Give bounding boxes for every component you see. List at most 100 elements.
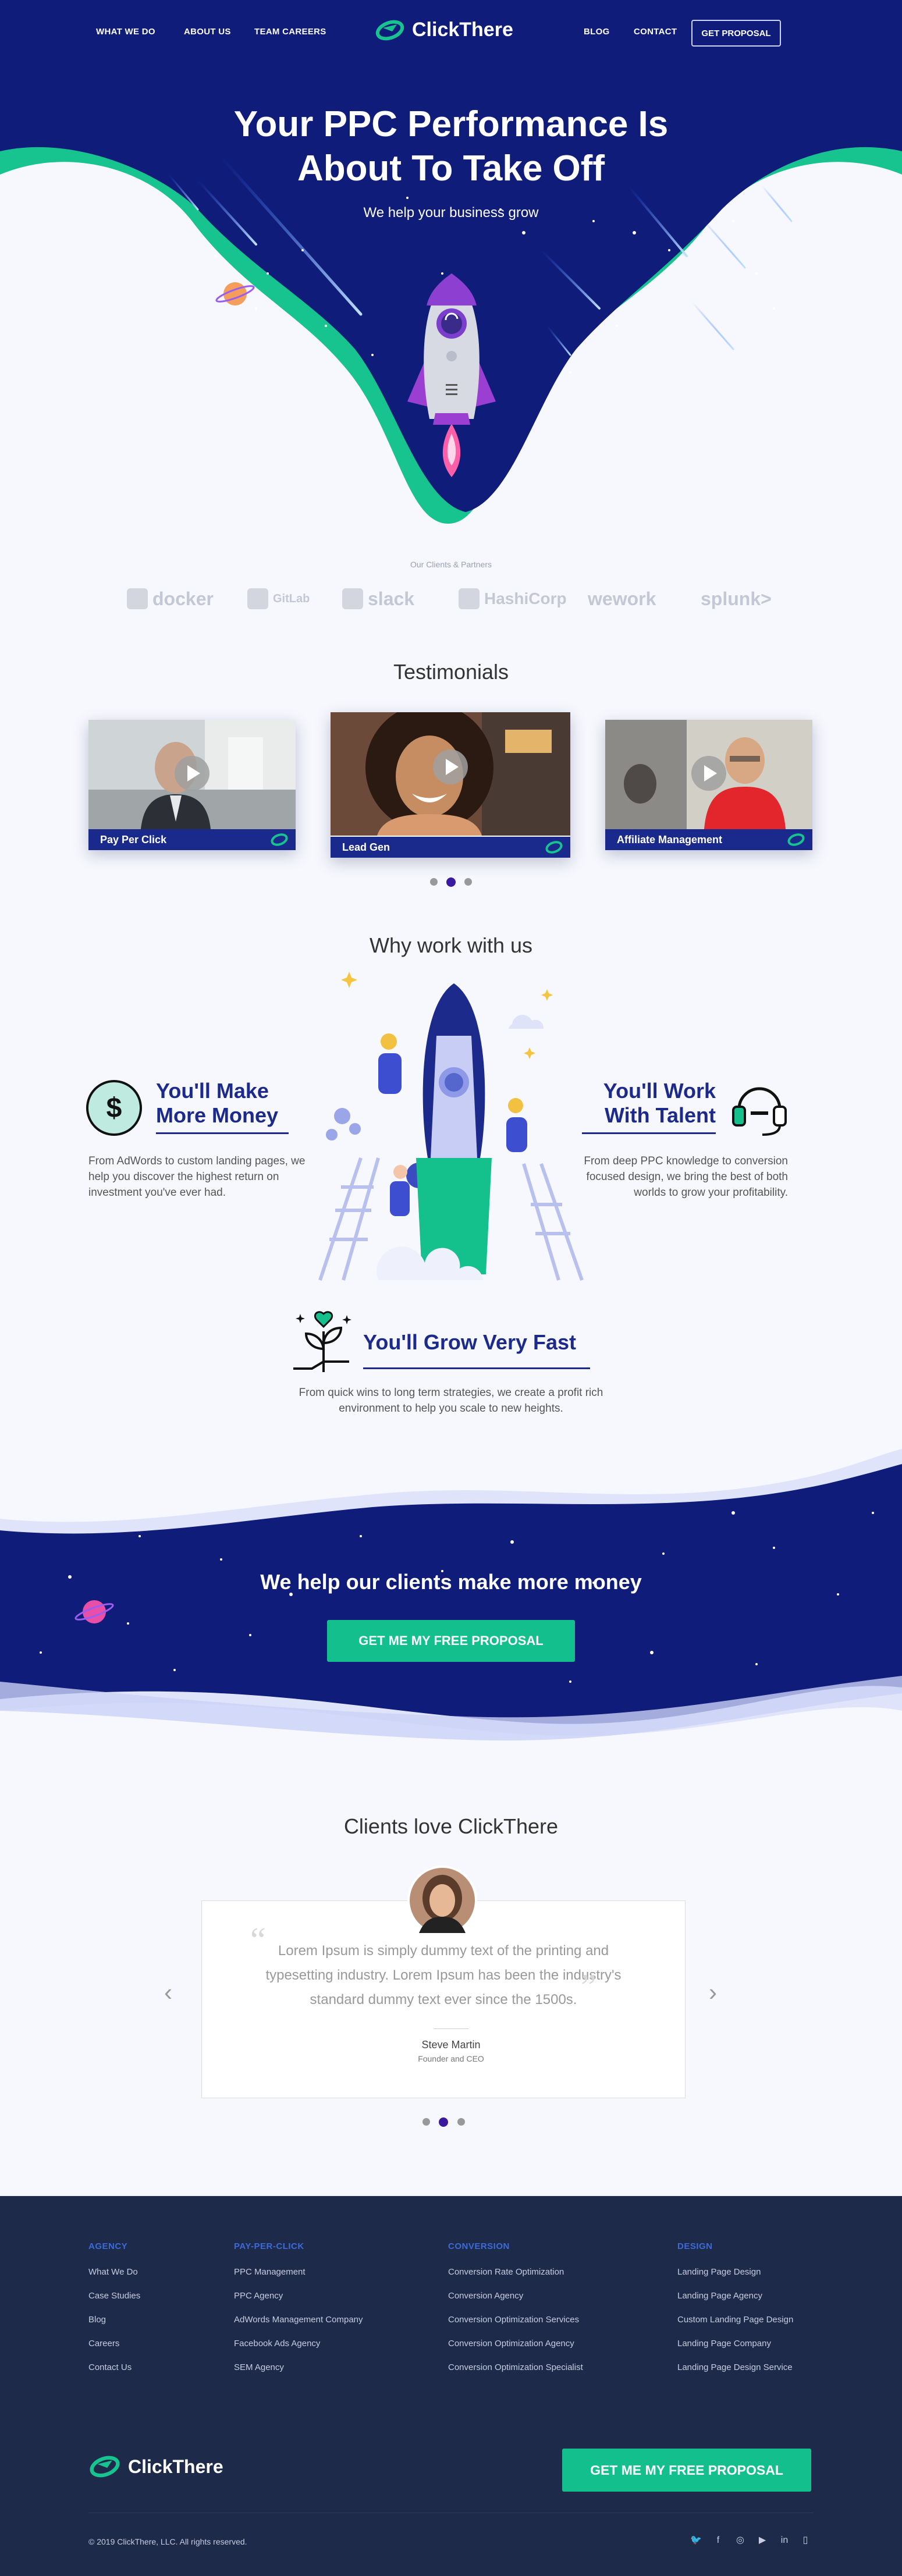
instagram-icon[interactable]: ◎: [734, 2535, 746, 2546]
testimonials-title: Testimonials: [393, 660, 509, 684]
footer: [0, 2196, 902, 2576]
close-quote-icon: ”: [581, 1967, 596, 2006]
page: WHAT WE DO ABOUT US TEAM CAREERS ClickTh…: [0, 0, 902, 2576]
footer-link[interactable]: Landing Page Design Service: [677, 2362, 793, 2372]
reviewer-name: Steve Martin: [421, 2039, 481, 2051]
why-title: Why work with us: [369, 933, 533, 957]
next-arrow-icon[interactable]: ›: [709, 1978, 717, 2006]
grow-feature-text: From quick wins to long term strategies,…: [299, 1387, 603, 1415]
carousel-dot-active[interactable]: [446, 877, 456, 887]
svg-text:$: $: [106, 1093, 122, 1124]
nav-contact[interactable]: CONTACT: [634, 27, 677, 37]
talent-feature-text: From deep PPC knowledge to conversion fo…: [584, 1155, 788, 1199]
docker-icon: [127, 588, 148, 609]
footer-link[interactable]: Landing Page Design: [677, 2267, 761, 2277]
carousel-dot[interactable]: [430, 878, 438, 886]
footer-link[interactable]: Blog: [88, 2315, 106, 2325]
play-video-button[interactable]: [691, 756, 726, 791]
clickthere-logo-icon: [787, 833, 805, 846]
partner-slack: slack: [342, 584, 414, 613]
linkedin-icon[interactable]: in: [779, 2535, 790, 2546]
testimonial-card-affiliate[interactable]: Affiliate Management: [605, 720, 812, 850]
footer-link[interactable]: Conversion Optimization Agency: [448, 2339, 574, 2348]
clickthere-logo-icon: [271, 833, 288, 846]
free-proposal-button[interactable]: GET ME MY FREE PROPOSAL: [327, 1620, 575, 1662]
money-feature-underline: [156, 1132, 289, 1134]
carousel-dot[interactable]: [422, 2118, 430, 2126]
testimonial-card-label: Lead Gen: [331, 837, 570, 858]
talent-feature-underline: [582, 1132, 716, 1134]
facebook-icon[interactable]: f: [712, 2535, 724, 2546]
footer-heading-ppc: PAY-PER-CLICK: [234, 2241, 304, 2251]
get-proposal-button[interactable]: GET PROPOSAL: [691, 20, 781, 47]
footer-link[interactable]: Case Studies: [88, 2291, 140, 2301]
hero-title-line1: Your PPC Performance Is: [233, 104, 669, 144]
reviewer-divider: [434, 2028, 468, 2029]
partner-docker: docker: [127, 584, 214, 613]
twitter-icon[interactable]: 🐦: [690, 2535, 702, 2546]
partner-wework: wework: [588, 588, 656, 609]
play-video-button[interactable]: [175, 756, 209, 791]
team-rocket-illustration: [318, 972, 584, 1281]
footer-link[interactable]: Conversion Agency: [448, 2291, 523, 2301]
footer-link[interactable]: Conversion Rate Optimization: [448, 2267, 564, 2277]
partner-hashicorp: HashiCorp: [459, 584, 567, 613]
footer-link[interactable]: Landing Page Company: [677, 2339, 771, 2348]
footer-link[interactable]: PPC Management: [234, 2267, 306, 2277]
reviews-title: Clients love ClickThere: [343, 1814, 559, 1838]
carousel-dot-active[interactable]: [439, 2117, 448, 2127]
footer-link[interactable]: AdWords Management Company: [234, 2315, 363, 2325]
footer-link[interactable]: Landing Page Agency: [677, 2291, 762, 2301]
footer-heading-agency: AGENCY: [88, 2241, 128, 2251]
footer-heading-conversion: CONVERSION: [448, 2241, 510, 2251]
money-feature-text: From AdWords to custom landing pages, we…: [88, 1155, 306, 1199]
nav-blog[interactable]: BLOG: [584, 27, 610, 37]
slack-icon: [342, 588, 363, 609]
footer-link[interactable]: Custom Landing Page Design: [677, 2315, 793, 2325]
footer-link[interactable]: Conversion Optimization Services: [448, 2315, 579, 2325]
review-text: Lorem Ipsum is simply dummy text of the …: [265, 1943, 622, 2007]
grow-feature-underline: [363, 1367, 590, 1369]
clickthere-logo-icon: [90, 2456, 120, 2478]
hero-section: WHAT WE DO ABOUT US TEAM CAREERS ClickTh…: [0, 0, 902, 547]
nav-team-careers[interactable]: TEAM CAREERS: [254, 27, 326, 37]
hero-subtitle: We help your business grow: [363, 205, 539, 221]
logo-text: ClickThere: [412, 19, 513, 41]
prev-arrow-icon[interactable]: ‹: [164, 1978, 172, 2006]
footer-link[interactable]: Contact Us: [88, 2362, 132, 2372]
carousel-dot[interactable]: [464, 878, 472, 886]
cta-background: [0, 1449, 902, 1741]
footer-free-proposal-button[interactable]: GET ME MY FREE PROPOSAL: [562, 2449, 811, 2492]
footer-link[interactable]: Facebook Ads Agency: [234, 2339, 320, 2348]
partner-gitlab: GitLab: [247, 584, 310, 613]
footer-link[interactable]: What We Do: [88, 2267, 138, 2277]
clickthere-logo-icon: [545, 841, 563, 854]
hero-title: Your PPC Performance Is About To Take Of…: [160, 102, 742, 191]
talent-feature-title: You'll Work With Talent: [603, 1079, 716, 1127]
money-feature-title: You'll Make More Money: [156, 1079, 279, 1127]
footer-link[interactable]: PPC Agency: [234, 2291, 283, 2301]
plant-growth-icon: [293, 1311, 351, 1372]
hero-title-line2: About To Take Off: [297, 148, 605, 189]
footer-link[interactable]: Conversion Optimization Specialist: [448, 2362, 583, 2372]
hero-background: [0, 0, 902, 547]
grow-feature-title: You'll Grow Very Fast: [363, 1330, 576, 1354]
footer-link[interactable]: SEM Agency: [234, 2362, 284, 2372]
mobile-icon[interactable]: ▯: [800, 2535, 811, 2546]
nav-about-us[interactable]: ABOUT US: [184, 27, 231, 37]
carousel-dot[interactable]: [457, 2118, 465, 2126]
footer-logo[interactable]: ClickThere: [88, 2456, 223, 2478]
gitlab-icon: [247, 588, 268, 609]
cta-title: We help our clients make more money: [260, 1570, 642, 1594]
play-video-button[interactable]: [433, 749, 468, 784]
testimonial-card-ppc[interactable]: Pay Per Click: [88, 720, 296, 850]
partner-splunk: splunk>: [701, 588, 772, 609]
footer-link[interactable]: Careers: [88, 2339, 119, 2348]
header-logo[interactable]: ClickThere: [375, 19, 513, 41]
clickthere-logo-icon: [375, 20, 404, 40]
partners-label: Our Clients & Partners: [410, 560, 492, 569]
youtube-icon[interactable]: ▶: [757, 2535, 768, 2546]
testimonial-card-lead-gen[interactable]: Lead Gen: [331, 712, 570, 858]
reviewer-avatar: [407, 1866, 477, 1935]
nav-what-we-do[interactable]: WHAT WE DO: [96, 27, 155, 37]
